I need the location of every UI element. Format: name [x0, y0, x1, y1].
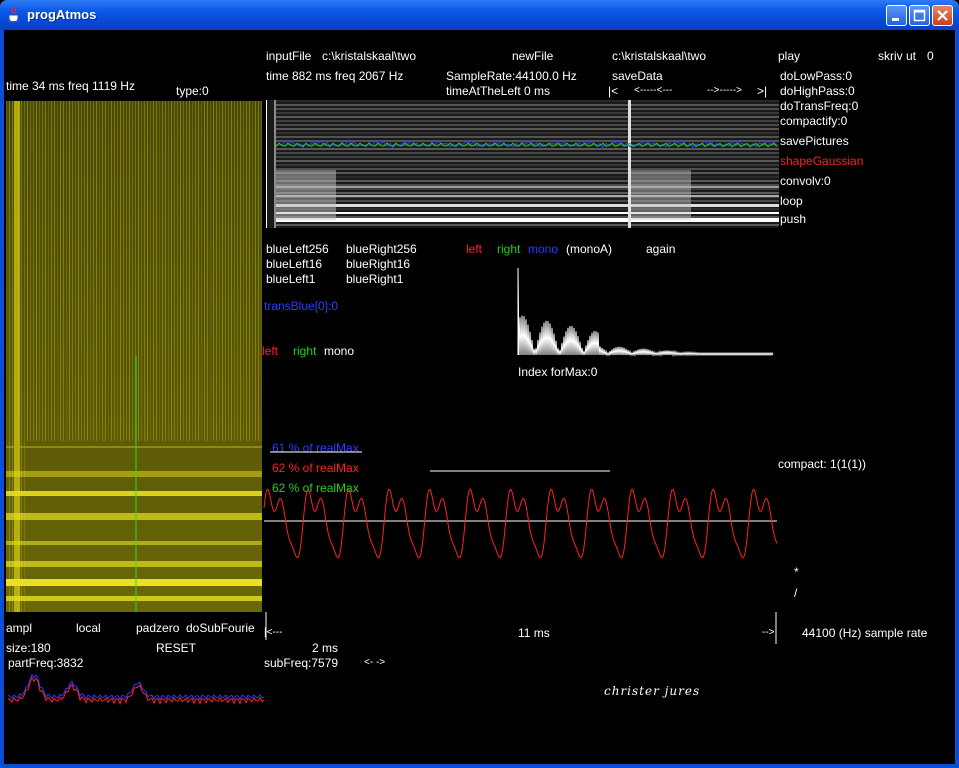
channel-mono-a-button[interactable]: (monoA): [566, 242, 612, 256]
signature: christer jures: [604, 684, 701, 698]
print-button[interactable]: skriv ut: [878, 49, 916, 63]
ampl-button[interactable]: ampl: [6, 621, 32, 635]
maximize-button[interactable]: [909, 5, 930, 26]
option-dolowpass[interactable]: doLowPass:0: [780, 69, 852, 83]
window-frame-right: [955, 30, 959, 768]
cursor-time-freq: time 882 ms freq 2067 Hz: [266, 69, 404, 83]
range-right-arrow[interactable]: -->: [762, 626, 775, 640]
compact-readout: compact: 1(1(1)): [778, 457, 867, 471]
left-time-freq: time 34 ms freq 1119 Hz: [6, 79, 135, 93]
slash-mark[interactable]: /: [794, 586, 797, 600]
waveform-plot: [263, 488, 778, 559]
option-shapegaussian[interactable]: shapeGaussian: [780, 154, 863, 168]
option-dotransfreq[interactable]: doTransFreq:0: [780, 99, 858, 113]
time-at-left-readout: timeAtTheLeft 0 ms: [446, 84, 551, 98]
nav-back-button[interactable]: <-----<---: [634, 84, 672, 98]
blue-right-1-button[interactable]: blueRight1: [346, 272, 403, 286]
window-frame-left: [0, 30, 4, 768]
nav-forward-button[interactable]: -->----->: [707, 84, 742, 98]
option-push[interactable]: push: [780, 212, 806, 226]
lower-mono-button[interactable]: mono: [324, 344, 354, 358]
java-coffee-icon: [8, 7, 20, 23]
index-for-max-readout: Index forMax:0: [518, 365, 598, 379]
close-button[interactable]: [932, 5, 953, 26]
input-file-label[interactable]: inputFile: [266, 49, 311, 63]
range-2ms: 2 ms: [312, 641, 339, 655]
application-window: progAtmos inputFile c:\kristalskaal\two …: [0, 0, 959, 768]
new-file-label[interactable]: newFile: [512, 49, 553, 63]
realmax-green: 62 % of realMax: [272, 481, 359, 495]
option-loop[interactable]: loop: [780, 194, 803, 208]
window-title: progAtmos: [27, 7, 97, 22]
type-readout[interactable]: type:0: [176, 84, 209, 98]
input-file-path: c:\kristalskaal\two: [322, 49, 417, 63]
blue-right-256-button[interactable]: blueRight256: [346, 242, 417, 256]
trans-blue-readout: transBlue[0]:0: [264, 299, 339, 313]
lower-left-button[interactable]: left: [262, 344, 278, 358]
print-count: 0: [927, 49, 934, 63]
range-left-arrow[interactable]: |<---: [264, 626, 282, 640]
blue-right-16-button[interactable]: blueRight16: [346, 257, 410, 271]
minimize-button[interactable]: [886, 5, 907, 26]
part-freq-readout: partFreq:3832: [8, 656, 84, 670]
sub-freq-arrows[interactable]: <- ->: [364, 656, 385, 670]
realmax-red: 62 % of realMax: [272, 461, 359, 475]
padzero-button[interactable]: padzero: [136, 621, 179, 635]
option-compactify[interactable]: compactify:0: [780, 114, 847, 128]
blue-left-16-button[interactable]: blueLeft16: [266, 257, 322, 271]
do-sub-fourie-button[interactable]: doSubFourie: [186, 621, 255, 635]
option-savepictures[interactable]: savePictures: [780, 134, 849, 148]
bottom-sample-rate: 44100 (Hz) sample rate: [802, 626, 928, 640]
realmax-blue: 61 % of realMax: [272, 441, 359, 455]
option-dohighpass[interactable]: doHighPass:0: [780, 84, 855, 98]
blue-left-1-button[interactable]: blueLeft1: [266, 272, 315, 286]
sample-rate-readout: SampleRate:44100.0 Hz: [446, 69, 577, 83]
reset-button[interactable]: RESET: [156, 641, 196, 655]
fft-peak-plot: [517, 267, 774, 357]
play-button[interactable]: play: [778, 49, 800, 63]
left-spectrogram[interactable]: [6, 101, 262, 612]
blue-left-256-button[interactable]: blueLeft256: [266, 242, 329, 256]
star-mark[interactable]: *: [794, 565, 799, 579]
channel-right-button[interactable]: right: [497, 242, 520, 256]
size-readout[interactable]: size:180: [6, 641, 51, 655]
sub-freq-readout: subFreq:7579: [264, 656, 339, 670]
maximize-icon: [913, 9, 926, 22]
part-freq-blue-plot: [7, 673, 265, 701]
save-data-button[interactable]: saveData: [612, 69, 663, 83]
local-button[interactable]: local: [76, 621, 101, 635]
spectrogram-view[interactable]: [266, 100, 779, 228]
channel-mono-button[interactable]: mono: [528, 242, 558, 256]
title-bar: progAtmos: [0, 0, 959, 30]
channel-left-button[interactable]: left: [466, 242, 482, 256]
part-freq-red-plot: [7, 676, 265, 706]
close-icon: [937, 10, 948, 21]
again-button[interactable]: again: [646, 242, 675, 256]
option-convolv[interactable]: convolv:0: [780, 174, 831, 188]
nav-start-button[interactable]: |<: [608, 84, 618, 98]
minimize-icon: [892, 18, 899, 21]
new-file-path: c:\kristalskaal\two: [612, 49, 707, 63]
window-frame-bottom: [0, 764, 959, 768]
lower-right-button[interactable]: right: [293, 344, 316, 358]
range-11ms: 11 ms: [518, 626, 550, 640]
nav-end-button[interactable]: >|: [757, 84, 767, 98]
